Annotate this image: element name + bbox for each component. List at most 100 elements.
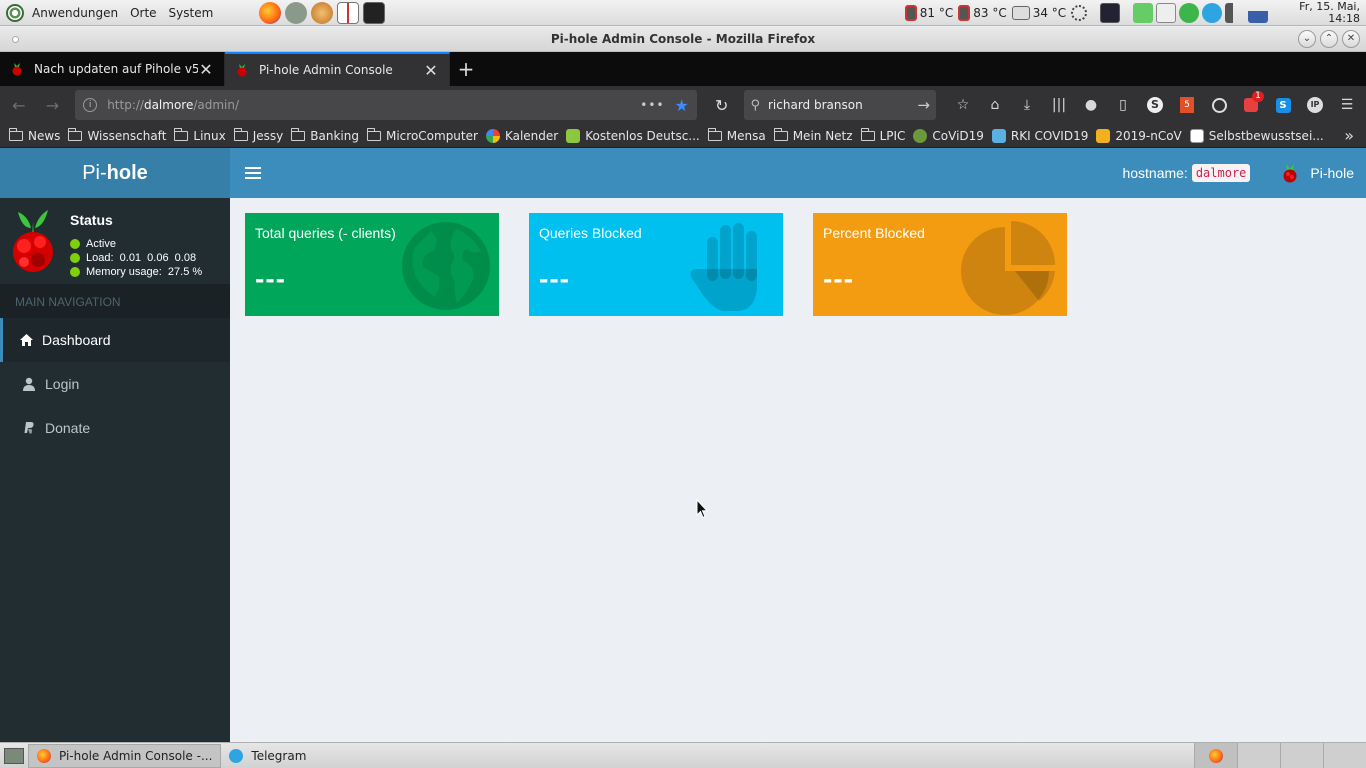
bookmark-kalender[interactable]: Kalender: [483, 128, 561, 143]
maximize-button[interactable]: ⌃: [1320, 30, 1338, 48]
taskbar-item-firefox[interactable]: Pi-hole Admin Console -...: [28, 743, 222, 768]
sidebar-item-login[interactable]: Login: [0, 362, 230, 406]
raspberry-user-icon: [1283, 164, 1297, 183]
firefox-icon: [37, 748, 51, 763]
folder-icon: [707, 127, 722, 141]
extension-dots-icon[interactable]: ●: [1076, 90, 1106, 120]
system-monitor-icon[interactable]: [1100, 2, 1121, 23]
search-icon: ⚲: [750, 97, 760, 113]
skype-extension-icon[interactable]: S: [1140, 90, 1170, 120]
bookmark-linux[interactable]: Linux: [171, 127, 228, 143]
terminal-launcher-icon[interactable]: [363, 1, 386, 24]
network-launcher-icon[interactable]: [285, 1, 308, 24]
bookmark-jessy[interactable]: Jessy: [231, 127, 287, 143]
hamburger-menu-icon[interactable]: ☰: [1332, 90, 1362, 120]
show-desktop-icon[interactable]: [4, 747, 24, 764]
firefox-mini-icon: [1209, 748, 1223, 763]
telegram-tray-icon[interactable]: [1202, 2, 1223, 23]
menu-anwendungen[interactable]: Anwendungen: [28, 6, 122, 20]
sidebar-item-dashboard[interactable]: Dashboard: [0, 318, 230, 362]
tab-bar: Nach updaten auf Pihole v5, z ✕ Pi-hole …: [0, 52, 1366, 86]
url-text[interactable]: http://dalmore/admin/: [107, 98, 630, 112]
bookmark-ncov[interactable]: 2019-nCoV: [1093, 128, 1184, 143]
folder-icon: [860, 127, 875, 141]
back-button[interactable]: ←: [4, 90, 34, 120]
status-lines: Active Load: 0.01 0.06 0.08 Memory usage…: [70, 237, 202, 279]
search-go-icon[interactable]: →: [917, 96, 930, 114]
bookmark-wissenschaft[interactable]: Wissenschaft: [65, 127, 169, 143]
bookmark-mensa[interactable]: Mensa: [705, 127, 769, 143]
ip-extension-icon[interactable]: IP: [1300, 90, 1330, 120]
status-memory: Memory usage: 27.5 %: [70, 265, 202, 279]
tab-pihole-admin[interactable]: Pi-hole Admin Console ✕: [225, 52, 450, 86]
clock[interactable]: Fr, 15. Mai, 14:18: [1299, 0, 1360, 25]
folder-icon: [9, 127, 23, 141]
bookmark-microcomputer[interactable]: MicroComputer: [364, 127, 481, 143]
tab-pihole-update[interactable]: Nach updaten auf Pihole v5, z ✕: [0, 52, 225, 86]
html5-extension-icon[interactable]: 5: [1172, 90, 1202, 120]
workspace-3[interactable]: [1280, 742, 1323, 768]
bookmark-kostenlos[interactable]: Kostenlos Deutsc...: [563, 128, 703, 143]
check-icon[interactable]: [1179, 2, 1200, 23]
tab-close-icon[interactable]: ✕: [423, 61, 439, 80]
s-extension-icon[interactable]: S: [1268, 90, 1298, 120]
firefox-launcher-icon[interactable]: [259, 1, 282, 24]
search-input[interactable]: richard branson: [768, 98, 917, 112]
pihole-logo[interactable]: Pi-hole: [0, 148, 230, 198]
new-tab-button[interactable]: +: [450, 52, 482, 86]
page-actions-icon[interactable]: •••: [640, 98, 664, 112]
url-bar[interactable]: i http://dalmore/admin/ ••• ★: [75, 90, 697, 120]
minimize-button[interactable]: ⌄: [1298, 30, 1316, 48]
library-icon[interactable]: |||: [1044, 90, 1074, 120]
snail-launcher-icon[interactable]: [311, 1, 334, 24]
clock-time: 14:18: [1328, 11, 1360, 25]
sidebar-item-label: Dashboard: [42, 332, 111, 348]
alarm-extension-icon[interactable]: 1: [1236, 90, 1266, 120]
bookmark-banking[interactable]: Banking: [288, 127, 362, 143]
user-menu[interactable]: Pi-hole: [1280, 162, 1354, 184]
sidebar-toggle-icon[interactable]: [245, 167, 261, 179]
folder-icon: [233, 127, 248, 141]
tab-close-icon[interactable]: ✕: [198, 60, 214, 79]
site-info-icon[interactable]: i: [83, 98, 98, 112]
window-menu-icon[interactable]: [12, 36, 19, 43]
forward-button[interactable]: →: [38, 90, 68, 120]
volume-icon[interactable]: [1225, 2, 1246, 23]
bookmark-mein-netz[interactable]: Mein Netz: [771, 127, 856, 143]
menu-orte[interactable]: Orte: [126, 6, 160, 20]
network-signal-icon[interactable]: [1248, 2, 1269, 23]
bookmarks-menu-icon[interactable]: ☆: [948, 90, 978, 120]
workspace-2[interactable]: [1237, 742, 1280, 768]
disk-temp: 34 °C: [1032, 5, 1067, 20]
book-launcher-icon[interactable]: [337, 1, 360, 24]
sidebar-item-donate[interactable]: Donate: [0, 406, 230, 450]
bookmark-selbstbewusstsein[interactable]: Selbstbewusstsei...: [1187, 128, 1327, 143]
bookmark-covid19[interactable]: CoViD19: [910, 128, 987, 143]
search-bar[interactable]: ⚲ richard branson →: [744, 90, 936, 120]
workspace-switcher: [1194, 742, 1366, 768]
box-title: Total queries (- clients): [255, 225, 396, 241]
close-window-button[interactable]: ✕: [1342, 30, 1360, 48]
account-icon[interactable]: [1204, 90, 1234, 120]
reload-button[interactable]: ↻: [707, 90, 737, 120]
home-icon[interactable]: ⌂: [980, 90, 1010, 120]
taskbar-item-telegram[interactable]: Telegram: [221, 744, 314, 768]
distro-logo-icon[interactable]: [6, 3, 24, 22]
downloads-icon[interactable]: ⤓: [1012, 90, 1042, 120]
bookmark-rki-covid19[interactable]: RKI COVID19: [989, 128, 1091, 143]
sidebar-icon[interactable]: ▯: [1108, 90, 1138, 120]
music-icon[interactable]: [1133, 2, 1154, 23]
sidebar-item-label: Donate: [45, 420, 91, 436]
menu-system[interactable]: System: [165, 6, 218, 20]
bookmark-star-icon[interactable]: ★: [675, 96, 689, 115]
hostname-label: hostname:: [1122, 165, 1188, 181]
system-tray: 81 °C 83 °C 34 °C Fr, 15. Mai, 14:18: [904, 0, 1366, 26]
user-icon: [21, 376, 37, 392]
bookmarks-overflow-icon[interactable]: »: [1344, 126, 1360, 145]
workspace-1[interactable]: [1194, 742, 1237, 768]
bookmark-lpic[interactable]: LPIC: [858, 127, 909, 143]
brightness-icon[interactable]: [1071, 4, 1088, 21]
workspace-4[interactable]: [1323, 742, 1366, 768]
bookmark-news[interactable]: News: [6, 127, 63, 143]
mail-icon[interactable]: [1156, 2, 1177, 23]
